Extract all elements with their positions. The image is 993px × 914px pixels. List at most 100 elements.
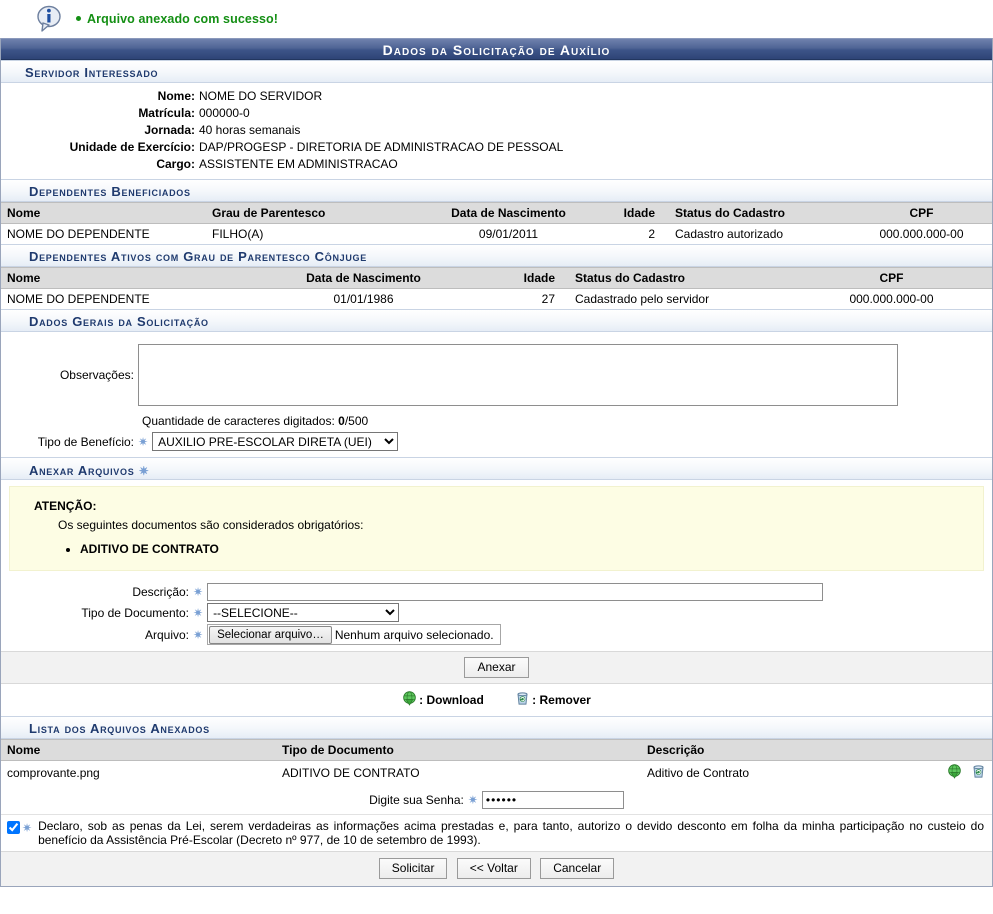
tipo-beneficio-select[interactable]: AUXILIO PRE-ESCOLAR DIRETA (UEI): [152, 432, 399, 451]
cell-descricao: Aditivo de Contrato: [641, 760, 932, 785]
section-header-dependentes-conjuge: Dependentes Ativos com Grau de Parentesc…: [1, 244, 992, 267]
info-row-matricula: Matrícula: 000000-0: [1, 105, 992, 122]
table-arquivos-anexados: Nome Tipo de Documento Descrição comprov…: [1, 739, 992, 785]
page-root: Arquivo anexado com sucesso! Dados da So…: [0, 0, 993, 914]
solicitar-button[interactable]: Solicitar: [378, 858, 448, 879]
required-star-icon: ✷: [22, 821, 33, 835]
page-title: Dados da Solicitação de Auxílio: [1, 38, 992, 60]
info-row-nome: Nome: NOME DO SERVIDOR: [1, 88, 992, 105]
legend-download: : Download: [402, 691, 484, 709]
legend-remover: : Remover: [515, 691, 591, 709]
bullet-dot-icon: [76, 15, 81, 21]
icon-legend: : Download : Remover: [1, 684, 992, 716]
table-row: comprovante.png ADITIVO DE CONTRATO Adit…: [1, 760, 992, 785]
cell-idade: 2: [596, 223, 661, 244]
col-idade: Idade: [466, 267, 561, 289]
counter-current: 0: [338, 414, 345, 428]
form-frame: Dados da Solicitação de Auxílio Servidor…: [0, 38, 993, 887]
table-header-row: Nome Grau de Parentesco Data de Nascimen…: [1, 202, 992, 224]
info-label: Matrícula:: [138, 106, 195, 120]
dados-gerais-form: Observações: Quantidade de caracteres di…: [1, 332, 992, 457]
cell-nome: NOME DO DEPENDENTE: [1, 223, 206, 244]
anexar-header-text: Anexar Arquivos: [29, 463, 135, 478]
cell-nascimento: 01/01/1986: [261, 288, 466, 309]
legend-download-label: : Download: [419, 693, 484, 707]
cell-tipo-documento: ADITIVO DE CONTRATO: [276, 760, 641, 785]
senha-label: Digite sua Senha:: [369, 793, 464, 807]
observacoes-textarea[interactable]: [138, 344, 898, 406]
required-star-icon: ✷: [193, 585, 204, 599]
col-cpf: CPF: [791, 267, 992, 289]
success-message-bar: Arquivo anexado com sucesso!: [0, 0, 993, 38]
cell-idade: 27: [466, 288, 561, 309]
table-dependentes-beneficiados: Nome Grau de Parentesco Data de Nascimen…: [1, 202, 992, 244]
descricao-label: Descrição:: [132, 585, 189, 599]
required-star-icon: ✷: [138, 464, 150, 478]
cell-nome: comprovante.png: [1, 760, 276, 785]
col-nome: Nome: [1, 267, 261, 289]
warning-title: ATENÇÃO:: [34, 499, 97, 513]
warning-box: ATENÇÃO: Os seguintes documentos são con…: [9, 486, 984, 571]
col-nascimento: Data de Nascimento: [261, 267, 466, 289]
declaration-text: Declaro, sob as penas da Lei, serem verd…: [38, 819, 984, 847]
cell-cpf: 000.000.000-00: [851, 223, 992, 244]
table-row: NOME DO DEPENDENTE FILHO(A) 09/01/2011 2…: [1, 223, 992, 244]
cell-nome: NOME DO DEPENDENTE: [1, 288, 261, 309]
cell-cpf: 000.000.000-00: [791, 288, 992, 309]
cell-acoes: [932, 760, 992, 785]
required-star-icon: ✷: [138, 434, 149, 449]
password-row: Digite sua Senha: ✷: [1, 785, 992, 814]
warning-wrapper: ATENÇÃO: Os seguintes documentos são con…: [1, 480, 992, 579]
voltar-button[interactable]: << Voltar: [456, 858, 531, 879]
col-nome: Nome: [1, 202, 206, 224]
descricao-input[interactable]: [207, 583, 824, 601]
table-row: NOME DO DEPENDENTE 01/01/1986 27 Cadastr…: [1, 288, 992, 309]
anexar-button[interactable]: Anexar: [464, 657, 529, 678]
required-star-icon: ✷: [193, 605, 204, 620]
col-grau: Grau de Parentesco: [206, 202, 421, 224]
table-dependentes-conjuge: Nome Data de Nascimento Idade Status do …: [1, 267, 992, 309]
table-header-row: Nome Data de Nascimento Idade Status do …: [1, 267, 992, 289]
col-cpf: CPF: [851, 202, 992, 224]
info-row-cargo: Cargo: ASSISTENTE EM ADMINISTRACAO: [1, 156, 992, 173]
arquivo-label: Arquivo:: [144, 627, 189, 642]
declaration-checkbox[interactable]: [7, 821, 20, 834]
file-input-widget[interactable]: Selecionar arquivo… Nenhum arquivo selec…: [207, 624, 501, 645]
section-header-dados-gerais: Dados Gerais da Solicitação: [1, 309, 992, 332]
info-label: Jornada:: [144, 123, 195, 137]
success-message-text: Arquivo anexado com sucesso!: [76, 12, 278, 26]
info-label: Nome:: [157, 89, 195, 103]
tipo-documento-label: Tipo de Documento:: [81, 605, 189, 620]
col-status: Status do Cadastro: [561, 267, 791, 289]
info-row-jornada: Jornada: 40 horas semanais: [1, 122, 992, 139]
observacoes-label: Observações:: [59, 368, 134, 382]
col-tipo-documento: Tipo de Documento: [276, 739, 641, 761]
required-star-icon: ✷: [467, 793, 478, 807]
required-star-icon: ✷: [193, 627, 204, 642]
col-idade: Idade: [596, 202, 661, 224]
col-acoes: [932, 739, 992, 761]
selecionar-arquivo-button[interactable]: Selecionar arquivo…: [209, 625, 332, 644]
trash-bin-icon[interactable]: [971, 764, 986, 782]
info-label: Unidade de Exercício:: [69, 140, 195, 154]
info-bubble-icon: [34, 4, 64, 34]
info-value: 40 horas semanais: [199, 123, 301, 137]
section-header-anexar-arquivos: Anexar Arquivos ✷: [1, 457, 992, 480]
tipo-beneficio-label: Tipo de Benefício:: [37, 434, 134, 449]
download-globe-icon[interactable]: [947, 764, 962, 782]
col-descricao: Descrição: [641, 739, 932, 761]
warning-list: ADITIVO DE CONTRATO: [34, 542, 983, 556]
anexar-button-row: Anexar: [1, 651, 992, 684]
section-header-servidor: Servidor Interessado: [1, 60, 992, 83]
cell-status: Cadastro autorizado: [661, 223, 851, 244]
section-header-lista-anexos: Lista dos Arquivos Anexados: [1, 716, 992, 739]
servidor-info-block: Nome: NOME DO SERVIDOR Matrícula: 000000…: [1, 83, 992, 179]
senha-input[interactable]: [481, 791, 624, 809]
cell-grau: FILHO(A): [206, 223, 421, 244]
info-value: DAP/PROGESP - DIRETORIA DE ADMINISTRACAO…: [199, 140, 564, 154]
tipo-documento-select[interactable]: --SELECIONE--: [207, 603, 400, 622]
info-value: NOME DO SERVIDOR: [199, 89, 323, 103]
legend-remover-label: : Remover: [532, 693, 591, 707]
cancelar-button[interactable]: Cancelar: [540, 858, 615, 879]
declaration-row: ✷ Declaro, sob as penas da Lei, serem ve…: [1, 814, 992, 851]
